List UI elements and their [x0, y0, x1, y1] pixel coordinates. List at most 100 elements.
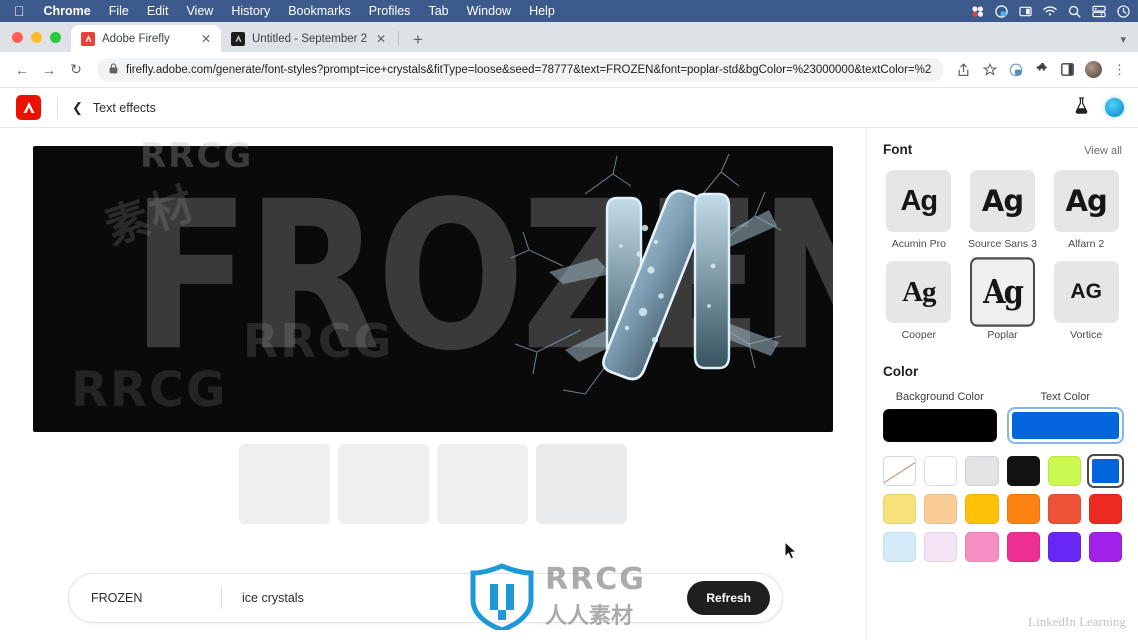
color-swatch[interactable]	[965, 456, 999, 486]
color-swatch[interactable]	[1047, 532, 1081, 562]
notification-badge-icon[interactable]	[971, 5, 984, 18]
view-all-fonts-link[interactable]: View all	[1084, 145, 1122, 157]
apple-icon[interactable]: 	[10, 4, 35, 18]
font-section-title: Font	[883, 142, 913, 157]
font-grid: Ag Acumin Pro Ag Source Sans 3 Ag Alfarn…	[883, 170, 1122, 341]
color-swatch[interactable]	[924, 456, 958, 486]
color-swatch[interactable]	[1047, 494, 1081, 524]
browser-toolbar: ← → ↻ firefly.adobe.com/generate/font-st…	[0, 52, 1138, 88]
thumbnail-placeholder[interactable]	[338, 444, 429, 524]
adobe-firefly-favicon	[81, 31, 95, 46]
color-swatch-none[interactable]	[883, 456, 917, 486]
adobe-logo[interactable]	[16, 95, 41, 120]
extension-blue-icon[interactable]	[1007, 61, 1024, 78]
color-swatch[interactable]	[1006, 456, 1040, 486]
text-effect-preview[interactable]: FROZEN 素材 RRCG RRCG	[33, 146, 833, 432]
prompt-input-value[interactable]: ice crystals	[242, 591, 687, 605]
font-sample: Ag	[969, 170, 1035, 232]
text-color-swatch[interactable]	[1008, 409, 1122, 442]
back-arrow-icon[interactable]: ←	[10, 58, 34, 82]
menu-item-tab[interactable]: Tab	[419, 4, 457, 18]
menu-item-window[interactable]: Window	[458, 4, 520, 18]
screen-share-icon[interactable]	[995, 4, 1008, 18]
thumbnail-placeholder[interactable]	[437, 444, 528, 524]
chevron-left-icon[interactable]: ❮	[72, 100, 93, 116]
font-option-vortice[interactable]: AG Vortice	[1050, 261, 1122, 341]
beaker-icon[interactable]	[1074, 96, 1089, 119]
text-input-value[interactable]: FROZEN	[91, 591, 221, 605]
prompt-bar: FROZEN ice crystals Refresh	[68, 573, 783, 623]
background-color-picker[interactable]: Background Color	[883, 391, 997, 442]
header-right-group	[1074, 96, 1124, 119]
font-name: Poplar	[987, 329, 1018, 341]
puzzle-extensions-icon[interactable]	[1033, 61, 1050, 78]
font-name: Cooper	[901, 329, 937, 341]
menu-item-view[interactable]: View	[177, 4, 222, 18]
chevron-down-icon[interactable]: ▾	[1120, 33, 1126, 46]
close-tab-button[interactable]: ✕	[199, 33, 213, 45]
color-swatch[interactable]	[965, 494, 999, 524]
color-swatch[interactable]	[1006, 532, 1040, 562]
clock-icon[interactable]	[1117, 4, 1130, 18]
menu-item-history[interactable]: History	[222, 4, 279, 18]
font-name: Source Sans 3	[968, 238, 1037, 250]
color-swatch[interactable]	[924, 532, 958, 562]
font-option-cooper[interactable]: Ag Cooper	[883, 261, 955, 341]
wifi-icon[interactable]	[1043, 5, 1057, 17]
bookmark-star-icon[interactable]	[981, 61, 998, 78]
minimize-window-button[interactable]	[31, 31, 42, 43]
thumbnail-strip	[239, 444, 627, 524]
color-swatch[interactable]	[1088, 532, 1122, 562]
font-option-acumin-pro[interactable]: Ag Acumin Pro	[883, 170, 955, 250]
background-color-label: Background Color	[895, 391, 984, 403]
menu-item-bookmarks[interactable]: Bookmarks	[279, 4, 360, 18]
background-color-swatch[interactable]	[883, 409, 997, 442]
color-swatch[interactable]	[1047, 456, 1081, 486]
color-swatch-selected[interactable]	[1088, 456, 1122, 486]
font-option-poplar[interactable]: Ag Poplar	[967, 257, 1039, 341]
font-sample: Ag	[886, 170, 952, 232]
menu-item-help[interactable]: Help	[520, 4, 564, 18]
color-swatch[interactable]	[1006, 494, 1040, 524]
address-bar-url: firefly.adobe.com/generate/font-styles?p…	[126, 63, 932, 76]
menu-item-file[interactable]: File	[100, 4, 138, 18]
browser-tab-untitled[interactable]: Untitled - September 29, 202 ✕	[221, 25, 396, 52]
user-avatar[interactable]	[1105, 98, 1124, 117]
lock-icon	[109, 63, 118, 76]
new-tab-button[interactable]: +	[401, 31, 433, 52]
reload-icon[interactable]: ↻	[64, 58, 88, 82]
search-icon[interactable]	[1068, 5, 1081, 18]
control-center-icon[interactable]	[1092, 5, 1106, 18]
three-dot-menu-icon[interactable]: ⋮	[1111, 61, 1128, 78]
share-icon[interactable]	[955, 61, 972, 78]
color-swatch[interactable]	[883, 532, 917, 562]
address-bar[interactable]: firefly.adobe.com/generate/font-styles?p…	[97, 57, 944, 82]
color-swatch[interactable]	[965, 532, 999, 562]
tab-divider	[398, 31, 399, 46]
menu-item-edit[interactable]: Edit	[138, 4, 178, 18]
browser-tab-strip: Adobe Firefly ✕ Untitled - September 29,…	[0, 22, 1138, 52]
close-window-button[interactable]	[12, 31, 23, 43]
maximize-window-button[interactable]	[50, 31, 61, 43]
side-panel-icon[interactable]	[1059, 61, 1076, 78]
font-option-alfarn-2[interactable]: Ag Alfarn 2	[1050, 170, 1122, 250]
color-swatch[interactable]	[924, 494, 958, 524]
toolbar-icons: ⋮	[953, 61, 1128, 78]
color-swatch[interactable]	[1088, 494, 1122, 524]
menu-item-chrome[interactable]: Chrome	[35, 4, 100, 18]
color-swatch[interactable]	[883, 494, 917, 524]
menu-item-profiles[interactable]: Profiles	[360, 4, 420, 18]
screen-root:  Chrome File Edit View History Bookmark…	[0, 0, 1138, 640]
forward-arrow-icon[interactable]: →	[37, 58, 61, 82]
close-tab-button[interactable]: ✕	[374, 33, 388, 45]
profile-avatar[interactable]	[1085, 61, 1102, 78]
thumbnail-placeholder[interactable]	[239, 444, 330, 524]
refresh-button[interactable]: Refresh	[687, 581, 770, 615]
font-option-source-sans-3[interactable]: Ag Source Sans 3	[967, 170, 1039, 250]
display-icon[interactable]	[1019, 5, 1032, 18]
thumbnail-placeholder[interactable]	[536, 444, 627, 524]
mouse-cursor	[784, 541, 798, 560]
browser-tab-title: Untitled - September 29, 202	[252, 32, 367, 45]
text-color-picker[interactable]: Text Color	[1008, 391, 1122, 442]
browser-tab-adobe-firefly[interactable]: Adobe Firefly ✕	[71, 25, 221, 52]
